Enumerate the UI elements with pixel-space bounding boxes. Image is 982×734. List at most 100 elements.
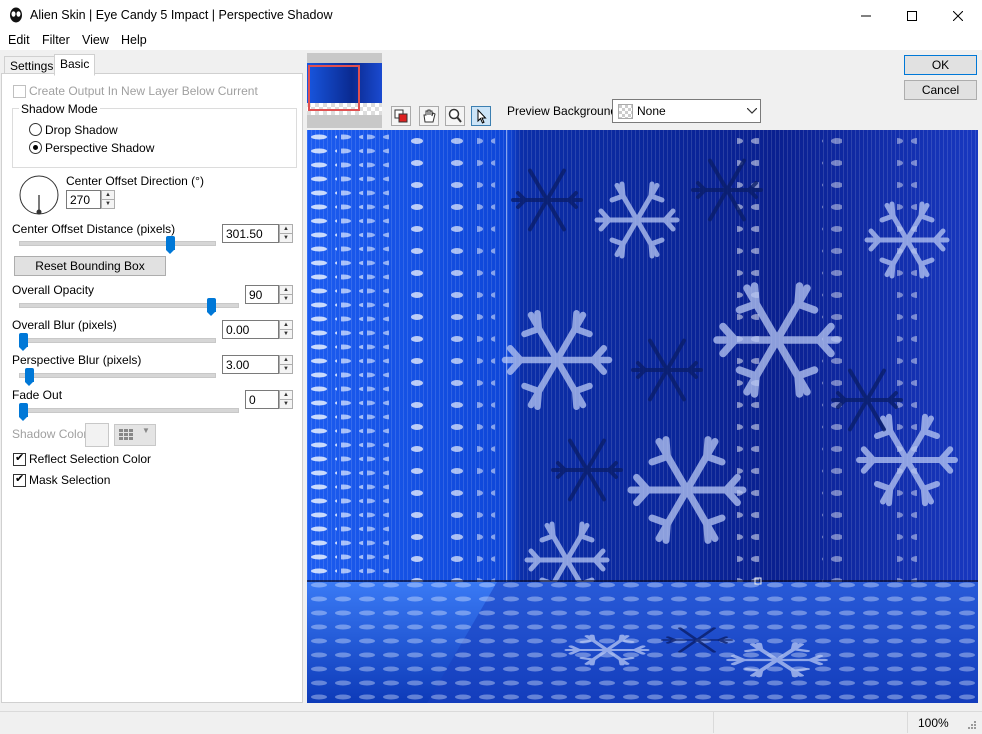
overall-opacity-input[interactable]: 90	[245, 285, 279, 304]
spin-up-icon[interactable]: ▲	[280, 225, 292, 234]
preview-background-select[interactable]: None	[612, 99, 761, 123]
drop-shadow-label: Drop Shadow	[45, 123, 118, 137]
direction-value: 270	[70, 193, 91, 207]
perspective-blur-value: 3.00	[226, 358, 250, 372]
maximize-button[interactable]	[889, 0, 935, 31]
overall-opacity-label: Overall Opacity	[12, 283, 95, 297]
resize-grip-icon[interactable]	[965, 720, 977, 732]
fade-out-slider[interactable]	[19, 403, 28, 421]
direction-dial[interactable]	[18, 174, 60, 216]
close-icon	[953, 10, 963, 21]
minimize-icon	[861, 15, 871, 16]
chevron-down-icon: ▼	[142, 426, 150, 435]
preview-canvas[interactable]	[307, 130, 978, 703]
spin-down-icon[interactable]: ▼	[102, 200, 114, 208]
perspective-shadow-label: Perspective Shadow	[45, 141, 155, 155]
hand-icon	[423, 109, 436, 123]
shadow-mode-group	[12, 108, 297, 168]
overall-blur-input[interactable]: 0.00	[222, 320, 279, 339]
title-bar: Alien Skin | Eye Candy 5 Impact | Perspe…	[0, 0, 982, 31]
perspective-blur-spinner[interactable]: ▲ ▼	[279, 355, 293, 374]
center-offset-direction-input[interactable]: 270	[66, 190, 101, 209]
create-output-label: Create Output In New Layer Below Current	[29, 84, 258, 98]
transparency-swatch-icon	[618, 104, 633, 119]
distance-value: 301.50	[226, 227, 263, 241]
menu-edit[interactable]: Edit	[8, 33, 30, 47]
shadow-color-picker-button[interactable]: ▼	[114, 424, 156, 446]
center-offset-direction-label: Center Offset Direction (°)	[66, 174, 204, 188]
distance-spinner[interactable]: ▲ ▼	[279, 224, 293, 243]
perspective-blur-track[interactable]	[19, 373, 216, 378]
tab-strip: Settings Basic	[0, 54, 302, 76]
cancel-button[interactable]: Cancel	[904, 80, 977, 100]
spin-up-icon[interactable]: ▲	[280, 356, 292, 365]
status-bar: 100%	[0, 711, 982, 734]
reset-bounding-box-button[interactable]: Reset Bounding Box	[14, 256, 166, 276]
chevron-down-icon	[747, 108, 757, 114]
overall-opacity-track[interactable]	[19, 303, 239, 308]
status-divider	[907, 712, 908, 733]
drop-shadow-radio[interactable]	[29, 123, 42, 136]
center-offset-distance-track[interactable]	[19, 241, 216, 246]
tab-basic[interactable]: Basic	[54, 54, 96, 76]
menu-bar: Edit Filter View Help	[0, 31, 982, 50]
overall-blur-slider[interactable]	[19, 333, 28, 351]
minimize-button[interactable]	[843, 0, 889, 31]
overall-blur-label: Overall Blur (pixels)	[12, 318, 117, 332]
center-offset-distance-slider[interactable]	[165, 236, 175, 254]
reflect-selection-color-checkbox[interactable]: ✔	[13, 452, 26, 466]
basic-settings-panel: Create Output In New Layer Below Current…	[1, 73, 303, 703]
preview-background-value: None	[637, 104, 666, 118]
shadow-color-label: Shadow Color	[12, 427, 88, 441]
fade-out-track[interactable]	[19, 408, 239, 413]
perspective-blur-slider[interactable]	[24, 368, 34, 386]
create-output-checkbox[interactable]	[13, 85, 26, 98]
compare-tool-button[interactable]	[391, 106, 411, 126]
fade-out-label: Fade Out	[12, 388, 63, 402]
spin-up-icon[interactable]: ▲	[280, 286, 292, 295]
spin-down-icon[interactable]: ▼	[280, 295, 292, 303]
spin-up-icon[interactable]: ▲	[102, 191, 114, 200]
fade-out-value: 0	[249, 393, 256, 407]
compare-icon	[394, 109, 408, 123]
menu-view[interactable]: View	[82, 33, 109, 47]
overall-blur-spinner[interactable]: ▲ ▼	[279, 320, 293, 339]
fade-out-spinner[interactable]: ▲ ▼	[279, 390, 293, 409]
close-button[interactable]	[935, 0, 981, 31]
magnifier-icon	[448, 108, 462, 123]
menu-help[interactable]: Help	[121, 33, 147, 47]
spin-down-icon[interactable]: ▼	[280, 330, 292, 338]
spin-up-icon[interactable]: ▲	[280, 321, 292, 330]
fade-out-input[interactable]: 0	[245, 390, 279, 409]
center-offset-distance-label: Center Offset Distance (pixels)	[12, 222, 176, 236]
checkmark-icon: ✔	[15, 452, 25, 464]
overall-opacity-slider[interactable]	[207, 298, 217, 316]
spin-down-icon[interactable]: ▼	[280, 400, 292, 408]
opacity-spinner[interactable]: ▲ ▼	[279, 285, 293, 304]
center-offset-distance-input[interactable]: 301.50	[222, 224, 279, 243]
window-title: Alien Skin | Eye Candy 5 Impact | Perspe…	[30, 8, 333, 22]
zoom-tool-button[interactable]	[445, 106, 465, 126]
checkmark-icon: ✔	[15, 473, 25, 485]
perspective-shadow-radio[interactable]	[29, 141, 42, 154]
spin-down-icon[interactable]: ▼	[280, 234, 292, 242]
preview-image	[307, 130, 978, 703]
pointer-tool-button[interactable]	[471, 106, 491, 126]
spin-down-icon[interactable]: ▼	[280, 365, 292, 373]
spin-up-icon[interactable]: ▲	[280, 391, 292, 400]
perspective-blur-input[interactable]: 3.00	[222, 355, 279, 374]
alien-skin-logo-icon	[10, 7, 22, 23]
shadow-mode-legend: Shadow Mode	[19, 102, 100, 116]
ok-button[interactable]: OK	[904, 55, 977, 75]
direction-spinner[interactable]: ▲ ▼	[101, 190, 115, 209]
navigator-thumbnail[interactable]	[307, 53, 382, 128]
mask-selection-checkbox[interactable]: ✔	[13, 473, 26, 487]
thumbnail-view-frame[interactable]	[308, 65, 360, 111]
menu-filter[interactable]: Filter	[42, 33, 70, 47]
radio-selected-dot	[33, 145, 38, 150]
hand-tool-button[interactable]	[419, 106, 439, 126]
reflect-selection-color-label: Reflect Selection Color	[29, 452, 152, 466]
overall-blur-track[interactable]	[19, 338, 216, 343]
shadow-color-swatch[interactable]	[85, 423, 109, 447]
mask-selection-label: Mask Selection	[29, 473, 111, 487]
